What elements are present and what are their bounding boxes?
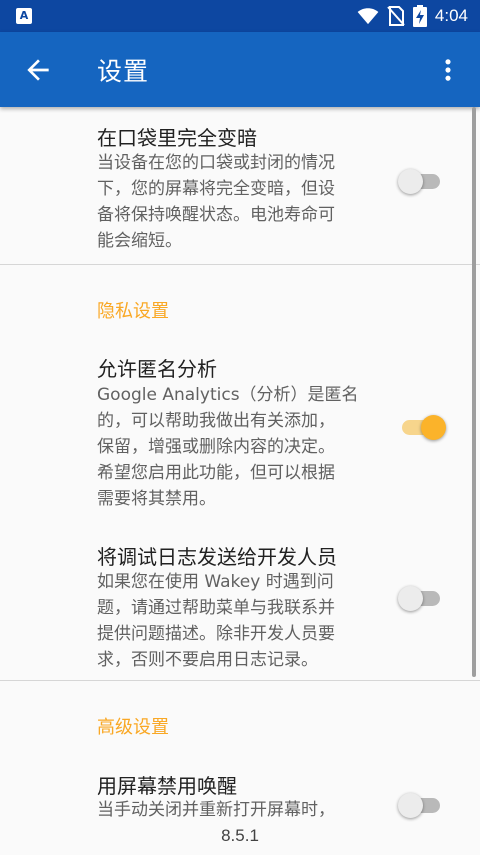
category-advanced: 高级设置 bbox=[97, 717, 169, 738]
pref-summary: 当手动关闭并重新打开屏幕时， bbox=[97, 800, 335, 820]
pref-title: 在口袋里完全变暗 bbox=[97, 126, 257, 150]
category-privacy: 隐私设置 bbox=[97, 301, 169, 322]
pref-anonymous-analytics[interactable]: 允许匿名分析 Google Analytics（分析）是匿名 的，可以帮助我做出… bbox=[0, 339, 480, 509]
no-sim-icon bbox=[387, 6, 405, 26]
status-bar: A 4:04 bbox=[0, 0, 480, 32]
settings-list: 在口袋里完全变暗 当设备在您的口袋或封闭的情况 下，您的屏幕将完全变暗，但设 备… bbox=[0, 107, 480, 855]
system-icons: 4:04 bbox=[357, 5, 468, 27]
pref-title: 允许匿名分析 bbox=[97, 357, 217, 381]
arrow-back-icon[interactable] bbox=[22, 54, 54, 86]
pref-title: 用屏幕禁用唤醒 bbox=[97, 774, 237, 798]
pref-send-debug-logs[interactable]: 将调试日志发送给开发人员 如果您在使用 Wakey 时遇到问 题，请通过帮助菜单… bbox=[0, 527, 480, 677]
battery-charging-icon bbox=[412, 5, 427, 27]
wifi-icon bbox=[357, 8, 379, 25]
dim-in-pocket-switch[interactable] bbox=[398, 165, 446, 197]
pref-summary: 当设备在您的口袋或封闭的情况 下，您的屏幕将完全变暗，但设 备将保持唤醒状态。电… bbox=[97, 153, 335, 251]
divider bbox=[0, 680, 480, 681]
anonymous-analytics-switch[interactable] bbox=[398, 411, 446, 443]
app-bar: 设置 bbox=[0, 32, 480, 107]
pref-summary: 如果您在使用 Wakey 时遇到问 题，请通过帮助菜单与我联系并 提供问题描述。… bbox=[97, 572, 335, 670]
clock: 4:04 bbox=[434, 6, 468, 25]
more-vert-icon[interactable] bbox=[434, 56, 462, 84]
pref-title: 将调试日志发送给开发人员 bbox=[97, 545, 337, 569]
app-notification-icon: A bbox=[16, 8, 32, 24]
scrollbar[interactable] bbox=[472, 107, 476, 677]
pref-summary: Google Analytics（分析）是匿名 的，可以帮助我做出有关添加， 保… bbox=[97, 385, 359, 509]
page-title: 设置 bbox=[97, 57, 150, 86]
pref-dim-in-pocket[interactable]: 在口袋里完全变暗 当设备在您的口袋或封闭的情况 下，您的屏幕将完全变暗，但设 备… bbox=[0, 107, 480, 263]
disable-wake-with-screen-switch[interactable] bbox=[398, 789, 446, 821]
divider bbox=[0, 264, 480, 265]
version-label: 8.5.1 bbox=[221, 826, 259, 845]
send-debug-logs-switch[interactable] bbox=[398, 582, 446, 614]
